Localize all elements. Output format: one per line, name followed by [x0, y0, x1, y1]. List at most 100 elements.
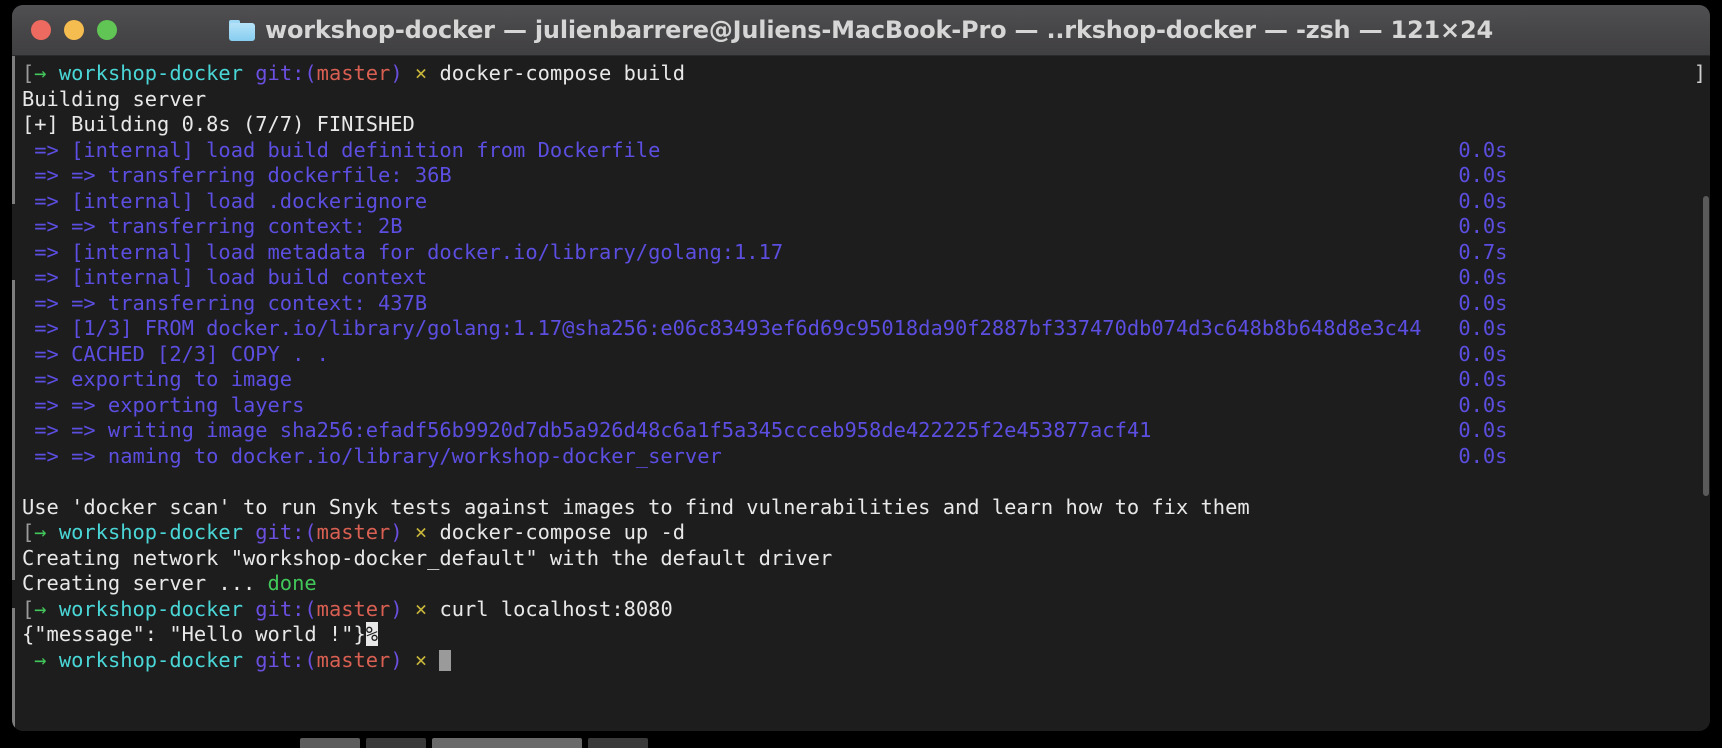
desktop-background: workshop-docker — julienbarrere@Juliens-… — [0, 0, 1722, 748]
build-step-time: 0.0s — [1458, 392, 1508, 417]
build-step-list: => [internal] load build definition from… — [22, 138, 1700, 470]
build-step-time: 0.0s — [1458, 188, 1508, 213]
terminal-screen[interactable]: ] [→ workshop-docker git:(master) × dock… — [12, 56, 1710, 731]
output-building-server: Building server — [22, 86, 207, 111]
prompt-git-open: git:( — [255, 520, 317, 544]
build-step-time: 0.0s — [1458, 265, 1508, 289]
build-step-time: 0.0s — [1458, 316, 1508, 340]
window-titlebar[interactable]: workshop-docker — julienbarrere@Juliens-… — [12, 5, 1710, 56]
prompt-left-bracket: [ — [22, 596, 35, 621]
prompt-directory: workshop-docker — [58, 647, 243, 672]
prompt-git-open: git:( — [255, 61, 317, 85]
prompt-git-close: ) — [390, 61, 403, 85]
output-creating-server: Creating server ... done — [22, 571, 1700, 597]
close-button[interactable] — [31, 20, 51, 40]
output-curl-response: {"message": "Hello world !"}% — [22, 622, 1700, 648]
build-step-row: => [1/3] FROM docker.io/library/golang:1… — [22, 316, 1700, 342]
build-step-row: => [internal] load build context 0.0s — [22, 265, 1700, 291]
prompt-git-branch: master — [316, 61, 391, 85]
build-step-text: => => naming to docker.io/library/worksh… — [22, 443, 722, 468]
build-step-text: => [internal] load .dockerignore — [22, 188, 428, 213]
dock-item[interactable] — [366, 738, 426, 748]
prompt-line-active[interactable]: → workshop-docker git:(master) × — [22, 648, 1700, 674]
build-step-time: 0.0s — [1458, 443, 1508, 468]
output-snyk-hint: Use 'docker scan' to run Snyk tests agai… — [22, 494, 1250, 519]
prompt-git-branch: master — [316, 647, 391, 672]
dock-item[interactable] — [300, 738, 360, 748]
prompt-line-curl: [→ workshop-docker git:(master) × curl l… — [22, 597, 1700, 623]
build-step-text: => => transferring dockerfile: 36B — [22, 163, 452, 187]
prompt-directory: workshop-docker — [58, 596, 243, 621]
terminal-content: [→ workshop-docker git:(master) × docker… — [12, 61, 1710, 673]
build-step-row: => [internal] load build definition from… — [22, 138, 1700, 164]
build-step-row: => exporting to image 0.0s — [22, 367, 1700, 393]
prompt-line-up: [→ workshop-docker git:(master) × docker… — [22, 520, 1700, 546]
build-step-row: => CACHED [2/3] COPY . . 0.0s — [22, 342, 1700, 368]
prompt-left-bracket: [ — [22, 61, 35, 85]
zoom-button[interactable] — [97, 20, 117, 40]
traffic-light-group — [12, 20, 117, 40]
prompt-dirty-icon: × — [414, 647, 428, 672]
build-step-text: => [internal] load metadata for docker.i… — [22, 239, 784, 264]
dock — [0, 734, 1722, 748]
window-title: workshop-docker — julienbarrere@Juliens-… — [265, 16, 1493, 44]
build-step-row: => => exporting layers 0.0s — [22, 393, 1700, 419]
build-step-row: => [internal] load .dockerignore 0.0s — [22, 189, 1700, 215]
dock-item[interactable] — [432, 738, 582, 748]
prompt-left-bracket: [ — [22, 520, 35, 544]
prompt-git-branch: master — [316, 520, 391, 544]
build-step-time: 0.0s — [1458, 290, 1508, 315]
minimize-button[interactable] — [64, 20, 84, 40]
prompt-arrow-icon: → — [34, 647, 47, 672]
creating-server-status: done — [267, 571, 317, 595]
prompt-line-build: [→ workshop-docker git:(master) × docker… — [22, 61, 1700, 87]
folder-icon — [229, 19, 256, 41]
build-step-text: => [internal] load build definition from… — [22, 137, 661, 162]
build-step-time: 0.7s — [1458, 239, 1508, 264]
build-step-text: => => writing image sha256:efadf56b9920d… — [22, 418, 1152, 442]
output-building-header: [+] Building 0.8s (7/7) FINISHED — [22, 112, 415, 136]
build-step-text: => => transferring context: 2B — [22, 214, 403, 238]
build-step-row: => => naming to docker.io/library/worksh… — [22, 444, 1700, 470]
build-step-text: => [internal] load build context — [22, 265, 428, 289]
prompt-arrow-icon: → — [34, 520, 47, 544]
command-up: docker-compose up -d — [439, 520, 685, 544]
prompt-directory: workshop-docker — [58, 520, 243, 544]
creating-server-text: Creating server ... — [22, 571, 268, 595]
build-step-row: => => transferring context: 2B 0.0s — [22, 214, 1700, 240]
command-build: docker-compose build — [439, 61, 685, 85]
prompt-git-open: git:( — [255, 647, 317, 672]
build-step-text: => => exporting layers — [22, 392, 305, 417]
build-step-time: 0.0s — [1458, 137, 1508, 162]
terminal-window: workshop-docker — julienbarrere@Juliens-… — [12, 5, 1710, 731]
output-creating-network: Creating network "workshop-docker_defaul… — [22, 545, 833, 570]
build-step-time: 0.0s — [1458, 418, 1508, 442]
prompt-dirty-icon: × — [414, 596, 428, 621]
prompt-git-open: git:( — [255, 596, 317, 621]
build-step-row: => => writing image sha256:efadf56b9920d… — [22, 418, 1700, 444]
window-title-group: workshop-docker — julienbarrere@Juliens-… — [12, 5, 1710, 55]
build-step-time: 0.0s — [1458, 367, 1508, 391]
prompt-dirty-icon: × — [414, 520, 428, 544]
build-step-row: => => transferring context: 437B 0.0s — [22, 291, 1700, 317]
prompt-directory: workshop-docker — [58, 61, 243, 85]
build-step-row: => => transferring dockerfile: 36B 0.0s — [22, 163, 1700, 189]
dock-item[interactable] — [588, 738, 648, 748]
scrollbar-thumb[interactable] — [1703, 196, 1709, 496]
prompt-git-branch: master — [316, 596, 391, 621]
build-step-time: 0.0s — [1458, 214, 1508, 238]
build-step-time: 0.0s — [1458, 163, 1508, 187]
curl-response-body: {"message": "Hello world !"} — [22, 622, 366, 646]
text-cursor[interactable] — [439, 649, 452, 671]
build-step-text: => exporting to image — [22, 367, 293, 391]
build-step-text: => CACHED [2/3] COPY . . — [22, 341, 329, 366]
prompt-dirty-icon: × — [414, 61, 428, 85]
build-step-time: 0.0s — [1458, 341, 1508, 366]
build-step-row: => [internal] load metadata for docker.i… — [22, 240, 1700, 266]
curl-response-eol-marker: % — [365, 622, 379, 646]
build-step-text: => => transferring context: 437B — [22, 290, 428, 315]
prompt-arrow-icon: → — [34, 61, 47, 85]
terminal-scrollbar[interactable] — [1702, 56, 1710, 731]
prompt-arrow-icon: → — [34, 596, 47, 621]
